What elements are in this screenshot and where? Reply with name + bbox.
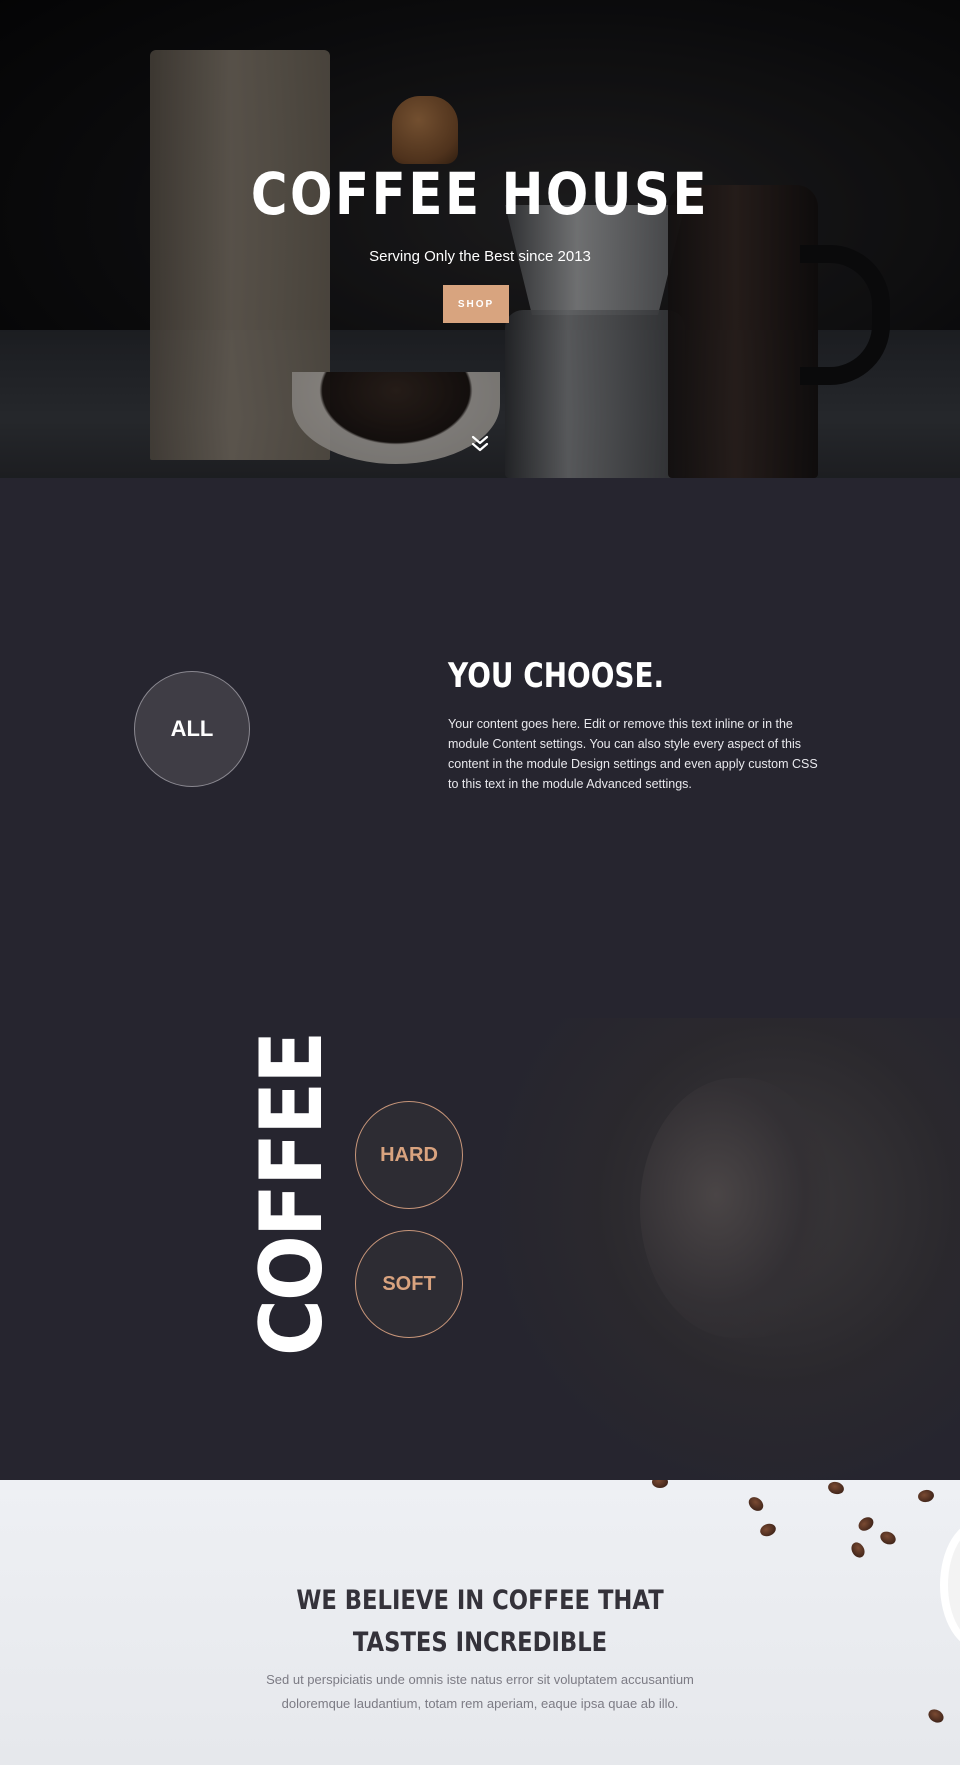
coffee-cup-image [940,1520,960,1650]
shop-button[interactable]: SHOP [443,285,509,323]
man-head-image [640,1078,830,1338]
coffee-bean-image [878,1529,898,1547]
coffee-bean-image [848,1540,868,1560]
choose-section: ALL YOU CHOOSE. Your content goes here. … [0,478,960,1480]
coffee-bean-image [917,1488,935,1504]
coffee-bean-image [926,1706,946,1726]
hard-option-button[interactable]: HARD [355,1101,463,1209]
believe-title: WE BELIEVE IN COFFEE THAT TASTES INCREDI… [240,1580,720,1664]
all-filter-button[interactable]: ALL [134,671,250,787]
choose-title: YOU CHOOSE. [448,656,665,696]
soft-option-button[interactable]: SOFT [355,1230,463,1338]
hero-title: COFFEE HOUSE [250,160,710,228]
coffee-bean-image [758,1521,778,1539]
coffee-bean-image [856,1514,876,1534]
double-chevron-down-icon[interactable] [468,432,492,456]
hero-overlay [0,0,960,478]
coffee-bean-image [746,1494,766,1514]
believe-section: WE BELIEVE IN COFFEE THAT TASTES INCREDI… [0,1480,960,1765]
coffee-bean-image [652,1480,668,1488]
hero-subtitle: Serving Only the Best since 2013 [369,248,591,265]
coffee-bean-image [826,1480,846,1496]
hero-section: COFFEE HOUSE Serving Only the Best since… [0,0,960,478]
believe-body-text: Sed ut perspiciatis unde omnis iste natu… [266,1672,694,1711]
choose-body-text: Your content goes here. Edit or remove t… [448,717,818,791]
coffee-vertical-text: COFFEE [242,1032,342,1356]
coffee-vertical-heading: COFFEE [242,1033,342,1356]
believe-title-text: WE BELIEVE IN COFFEE THAT TASTES INCREDI… [296,1585,664,1658]
